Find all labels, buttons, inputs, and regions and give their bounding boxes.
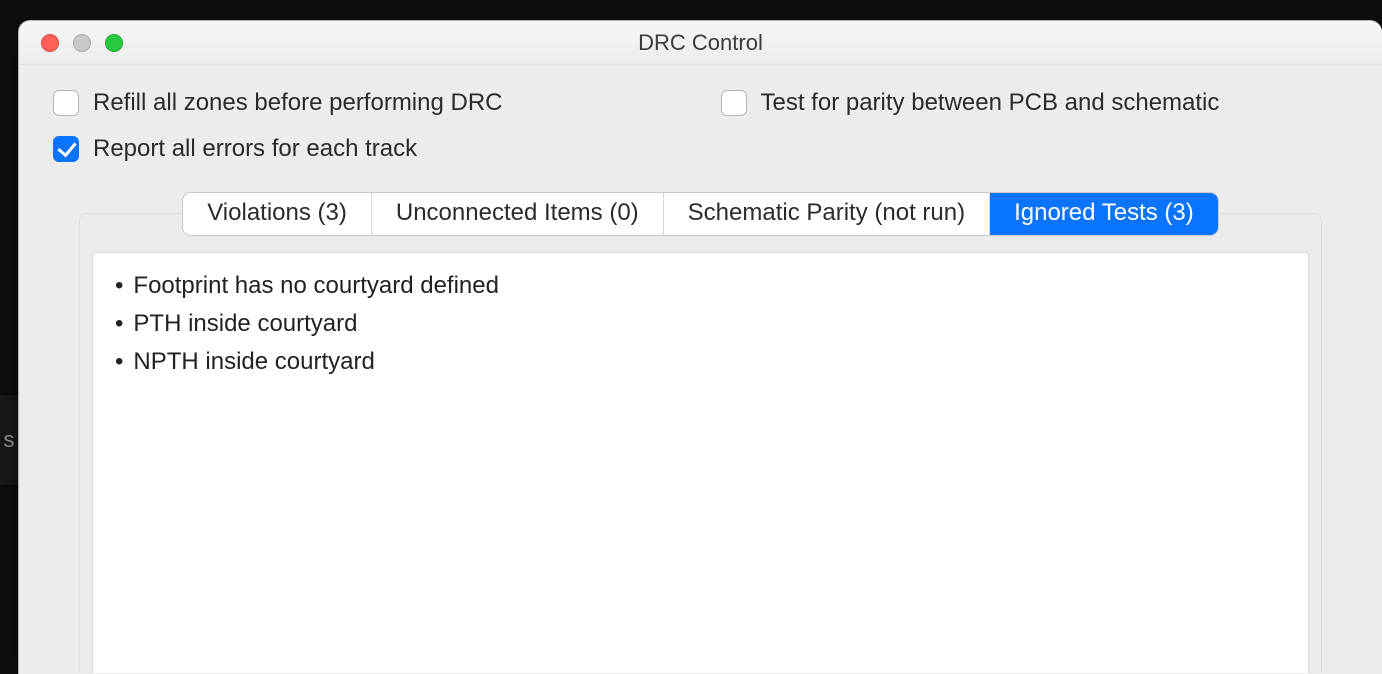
- options-panel: Refill all zones before performing DRC T…: [19, 65, 1382, 173]
- minimize-icon[interactable]: [73, 34, 91, 52]
- list-item[interactable]: Footprint has no courtyard defined: [111, 267, 1290, 305]
- test-parity-label: Test for parity between PCB and schemati…: [761, 89, 1220, 117]
- checkbox-icon: [721, 90, 747, 116]
- checkbox-icon: [53, 90, 79, 116]
- refill-zones-checkbox[interactable]: Refill all zones before performing DRC: [53, 89, 681, 117]
- test-parity-checkbox[interactable]: Test for parity between PCB and schemati…: [721, 89, 1349, 117]
- tab-schematic-parity[interactable]: Schematic Parity (not run): [664, 193, 990, 235]
- report-all-errors-checkbox[interactable]: Report all errors for each track: [53, 135, 681, 163]
- list-item[interactable]: NPTH inside courtyard: [111, 343, 1290, 381]
- ignored-tests-list-panel: Footprint has no courtyard defined PTH i…: [92, 252, 1309, 673]
- drc-control-window: DRC Control Refill all zones before perf…: [18, 20, 1382, 674]
- window-controls: [41, 34, 123, 52]
- tabs-container: Violations (3) Unconnected Items (0) Sch…: [19, 193, 1382, 673]
- refill-zones-label: Refill all zones before performing DRC: [93, 89, 503, 117]
- tab-unconnected[interactable]: Unconnected Items (0): [372, 193, 664, 235]
- list-item[interactable]: PTH inside courtyard: [111, 305, 1290, 343]
- behind-window-text: s: [0, 395, 18, 485]
- ignored-tests-list: Footprint has no courtyard defined PTH i…: [111, 267, 1290, 381]
- tab-bar: Violations (3) Unconnected Items (0) Sch…: [183, 193, 1218, 235]
- checkbox-icon: [53, 136, 79, 162]
- tab-violations[interactable]: Violations (3): [183, 193, 372, 235]
- window-title: DRC Control: [19, 30, 1382, 56]
- titlebar: DRC Control: [19, 21, 1382, 65]
- close-icon[interactable]: [41, 34, 59, 52]
- zoom-icon[interactable]: [105, 34, 123, 52]
- tab-ignored-tests[interactable]: Ignored Tests (3): [990, 193, 1218, 235]
- report-all-errors-label: Report all errors for each track: [93, 135, 417, 163]
- results-panel: Footprint has no courtyard defined PTH i…: [79, 213, 1322, 673]
